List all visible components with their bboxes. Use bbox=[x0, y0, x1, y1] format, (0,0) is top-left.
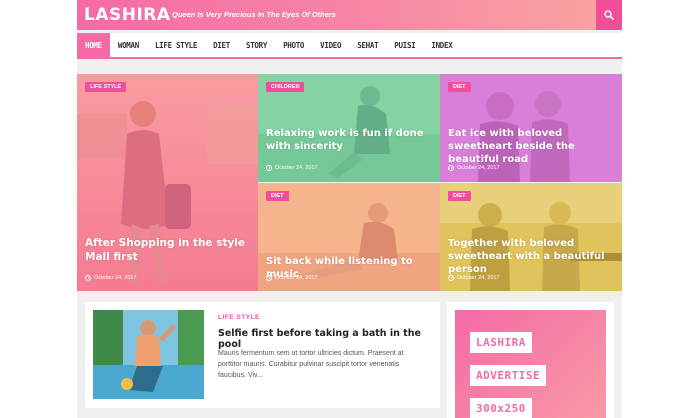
ad-line-1: LASHIRA bbox=[470, 332, 532, 353]
clock-icon bbox=[448, 165, 454, 171]
tile-5-date-text: October 24, 2017 bbox=[457, 275, 500, 281]
tile-5-title[interactable]: Together with beloved sweetheart with a … bbox=[448, 237, 620, 276]
tile-5-date: October 24, 2017 bbox=[448, 275, 500, 281]
ad-line-2: ADVERTISE bbox=[470, 365, 547, 386]
tile-5-category[interactable]: DIET bbox=[448, 191, 471, 201]
nav-item-diet[interactable]: DIET bbox=[205, 33, 238, 57]
nav-item-life-style[interactable]: LIFE STYLE bbox=[147, 33, 205, 57]
nav-item-woman[interactable]: WOMAN bbox=[110, 33, 147, 57]
featured-grid: LIFE STYLE After Shopping in the style M… bbox=[77, 74, 622, 291]
tile-2-date-text: October 24, 2017 bbox=[275, 165, 318, 171]
grid-tile-1[interactable]: LIFE STYLE After Shopping in the style M… bbox=[77, 74, 258, 291]
tile-2-date: October 24, 2017 bbox=[266, 165, 318, 171]
tile-4-date: October 24, 2017 bbox=[266, 275, 318, 281]
nav-item-puisi[interactable]: PUISI bbox=[386, 33, 423, 57]
nav-item-index[interactable]: INDEX bbox=[423, 33, 460, 57]
ad-banner[interactable]: LASHIRA ADVERTISE 300x250 bbox=[455, 310, 606, 418]
post-card: LIFE STYLE Selfie first before taking a … bbox=[85, 302, 440, 408]
grid-tile-2[interactable]: CHILDREN Relaxing work is fun if done wi… bbox=[258, 74, 440, 182]
post-thumbnail-image bbox=[93, 310, 204, 399]
search-icon bbox=[604, 10, 614, 20]
search-button[interactable] bbox=[596, 0, 622, 30]
tile-1-title[interactable]: After Shopping in the style Mall first bbox=[85, 237, 250, 264]
clock-icon bbox=[448, 275, 454, 281]
post-category[interactable]: LIFE STYLE bbox=[218, 314, 260, 321]
grid-tile-5[interactable]: DIET Together with beloved sweetheart wi… bbox=[440, 183, 622, 291]
site-header: LASHIRA Queen Is Very Precious In The Ey… bbox=[77, 0, 622, 30]
tile-3-date-text: October 24, 2017 bbox=[457, 165, 500, 171]
clock-icon bbox=[266, 275, 272, 281]
tile-2-title[interactable]: Relaxing work is fun if done with sincer… bbox=[266, 127, 434, 153]
tile-4-date-text: October 24, 2017 bbox=[275, 275, 318, 281]
main-nav: HOME WOMAN LIFE STYLE DIET STORY PHOTO V… bbox=[77, 33, 622, 59]
grid-tile-4[interactable]: DIET Sit back while listening to music O… bbox=[258, 183, 440, 291]
tile-3-date: October 24, 2017 bbox=[448, 165, 500, 171]
tile-2-category[interactable]: CHILDREN bbox=[266, 82, 305, 92]
post-title[interactable]: Selfie first before taking a bath in the… bbox=[218, 328, 440, 350]
post-excerpt: Mauris fermentum sem ut tortor ultricies… bbox=[218, 350, 404, 380]
ad-line-3: 300x250 bbox=[470, 398, 532, 418]
nav-item-sehat[interactable]: SEHAT bbox=[349, 33, 386, 57]
nav-item-story[interactable]: STORY bbox=[238, 33, 275, 57]
tile-1-date-text: October 24, 2017 bbox=[94, 275, 137, 281]
sidebar-ad: LASHIRA ADVERTISE 300x250 bbox=[447, 302, 614, 418]
post-thumbnail[interactable] bbox=[93, 310, 204, 399]
nav-item-video[interactable]: VIDEO bbox=[312, 33, 349, 57]
site-tagline: Queen Is Very Precious In The Eyes Of Ot… bbox=[172, 10, 336, 19]
nav-item-home[interactable]: HOME bbox=[77, 33, 110, 57]
nav-item-photo[interactable]: PHOTO bbox=[275, 33, 312, 57]
site-logo[interactable]: LASHIRA bbox=[84, 5, 171, 25]
site-container: LASHIRA Queen Is Very Precious In The Ey… bbox=[77, 0, 622, 418]
tile-1-date: October 24, 2017 bbox=[85, 275, 137, 281]
tile-1-category[interactable]: LIFE STYLE bbox=[85, 82, 127, 92]
tile-3-title[interactable]: Eat ice with beloved sweetheart beside t… bbox=[448, 127, 618, 166]
grid-tile-3[interactable]: DIET Eat ice with beloved sweetheart bes… bbox=[440, 74, 622, 182]
clock-icon bbox=[266, 165, 272, 171]
tile-4-category[interactable]: DIET bbox=[266, 191, 289, 201]
clock-icon bbox=[85, 275, 91, 281]
tile-3-category[interactable]: DIET bbox=[448, 82, 471, 92]
